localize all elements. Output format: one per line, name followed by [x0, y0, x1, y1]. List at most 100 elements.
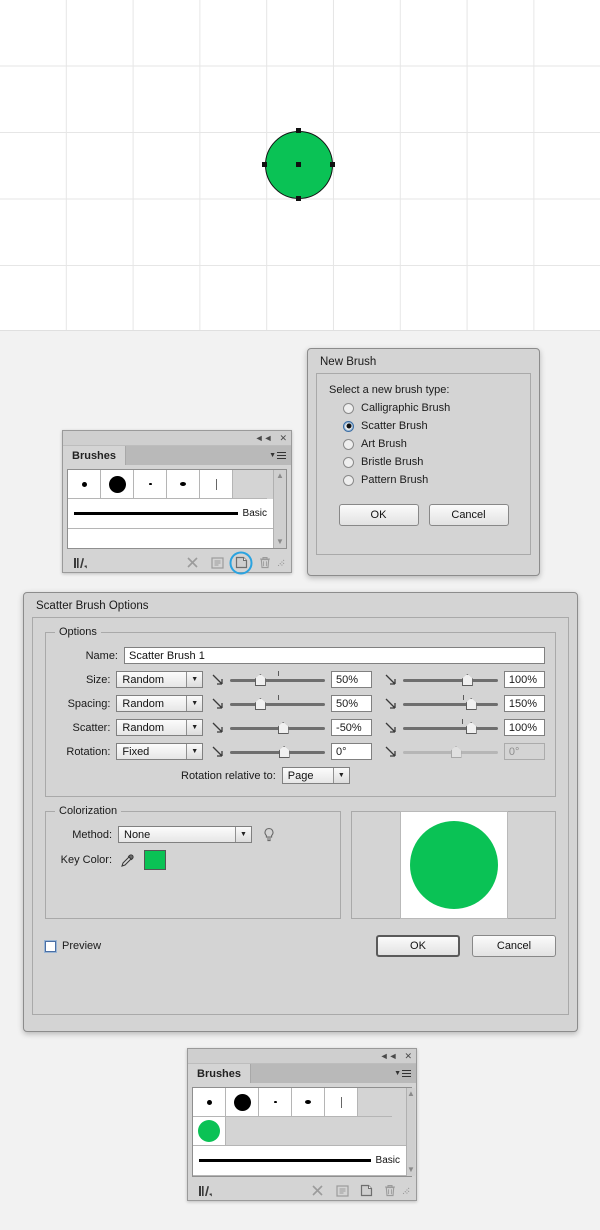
brush-stroke-basic[interactable]: Basic: [68, 499, 273, 529]
brush-list-scrollbar[interactable]: ▲ ▼: [273, 470, 286, 548]
scatter-mode-select[interactable]: Random ▼: [116, 719, 204, 736]
brush-dot-large[interactable]: [101, 470, 134, 499]
rotation-min-value[interactable]: 0°: [331, 743, 373, 760]
lightbulb-icon[interactable]: [262, 827, 276, 843]
scatter-min-slider[interactable]: [230, 719, 326, 736]
spacing-min-value[interactable]: 50%: [331, 695, 373, 712]
slider-tick: [277, 671, 279, 676]
brush-scatter-green[interactable]: [193, 1117, 226, 1146]
brush-line-thin[interactable]: [325, 1088, 358, 1117]
key-color-swatch[interactable]: [144, 850, 166, 870]
brush-oval-small[interactable]: [167, 470, 200, 499]
delete-brush-button[interactable]: [378, 1182, 402, 1199]
panel-body: Basic ▲ ▼: [63, 465, 291, 553]
radio-calligraphic-brush[interactable]: Calligraphic Brush: [343, 402, 518, 414]
colorization-method-select[interactable]: None ▼: [118, 826, 252, 843]
cancel-button[interactable]: Cancel: [472, 935, 556, 957]
brush-list-scrollbar[interactable]: ▲ ▼: [406, 1088, 415, 1176]
size-max-value[interactable]: 100%: [503, 671, 545, 688]
anchor-point-bottom[interactable]: [296, 196, 301, 201]
double-left-chevron-icon[interactable]: ◄◄: [255, 433, 273, 443]
dialog-content: Options Name: Scatter Brush 1 Size: Rand…: [32, 617, 569, 1015]
anchor-point-left[interactable]: [262, 162, 267, 167]
scroll-up-icon[interactable]: ▲: [276, 472, 284, 480]
options-of-selected-object-button[interactable]: [330, 1182, 354, 1199]
brush-libraries-button[interactable]: [194, 1182, 218, 1199]
scroll-up-icon[interactable]: ▲: [407, 1090, 415, 1098]
brush-libraries-button[interactable]: [69, 554, 93, 571]
brush-mark-tiny[interactable]: [134, 470, 167, 499]
remove-brush-stroke-button[interactable]: [181, 554, 205, 571]
tab-brushes[interactable]: Brushes: [188, 1064, 252, 1083]
brush-list[interactable]: Basic ▲ ▼: [67, 469, 287, 549]
scroll-down-icon[interactable]: ▼: [407, 1166, 415, 1174]
brushes-panel-top[interactable]: ◄◄ ✕ Brushes ▼ Basic ▲ ▼: [62, 430, 292, 574]
scroll-down-icon[interactable]: ▼: [276, 538, 284, 546]
ok-button[interactable]: OK: [338, 504, 419, 526]
brush-name-input[interactable]: Scatter Brush 1: [124, 647, 545, 664]
brush-dot-small[interactable]: [68, 470, 101, 499]
tab-brushes[interactable]: Brushes: [63, 446, 127, 465]
chevron-down-icon: ▼: [235, 827, 251, 842]
min-arrow-icon: [212, 746, 223, 757]
scatter-brush-options-dialog[interactable]: Scatter Brush Options Options Name: Scat…: [23, 592, 578, 1032]
radio-art-brush[interactable]: Art Brush: [343, 438, 518, 450]
delete-brush-button[interactable]: [253, 554, 277, 571]
slider-thumb[interactable]: [254, 674, 266, 686]
size-min-value[interactable]: 50%: [331, 671, 373, 688]
size-min-slider[interactable]: [230, 671, 326, 688]
spacing-max-slider[interactable]: [403, 695, 498, 712]
size-mode-select[interactable]: Random ▼: [116, 671, 204, 688]
rotation-mode-select[interactable]: Fixed ▼: [116, 743, 204, 760]
spacing-min-slider[interactable]: [230, 695, 326, 712]
radio-bristle-brush[interactable]: Bristle Brush: [343, 456, 518, 468]
cancel-button[interactable]: Cancel: [428, 504, 509, 526]
slider-thumb[interactable]: [277, 722, 289, 734]
panel-menu-icon[interactable]: ▼: [269, 446, 291, 465]
rotation-relative-select[interactable]: Page ▼: [281, 767, 350, 784]
brush-stroke-basic[interactable]: Basic: [193, 1146, 406, 1176]
anchor-point-right[interactable]: [330, 162, 335, 167]
scatter-min-value[interactable]: -50%: [331, 719, 373, 736]
key-color-row: Key Color:: [56, 850, 330, 870]
slider-thumb[interactable]: [278, 746, 290, 758]
options-group: Options Name: Scatter Brush 1 Size: Rand…: [45, 626, 556, 797]
brushes-panel-bottom[interactable]: ◄◄ ✕ Brushes ▼ Basic ▲ ▼: [187, 1048, 417, 1201]
new-brush-dialog[interactable]: New Brush Select a new brush type: Calli…: [307, 348, 540, 576]
brush-oval-small[interactable]: [292, 1088, 325, 1117]
resize-grip-icon[interactable]: [402, 1187, 410, 1195]
artboard-canvas[interactable]: [0, 0, 600, 331]
preview-checkbox[interactable]: [45, 940, 56, 952]
scatter-max-value[interactable]: 100%: [503, 719, 545, 736]
slider-thumb[interactable]: [254, 698, 266, 710]
size-max-slider[interactable]: [403, 671, 498, 688]
brush-line-thin[interactable]: [200, 470, 233, 499]
close-icon[interactable]: ✕: [279, 433, 287, 443]
radio-pattern-brush[interactable]: Pattern Brush: [343, 474, 518, 486]
close-icon[interactable]: ✕: [404, 1051, 412, 1061]
options-of-selected-object-button[interactable]: [205, 554, 229, 571]
brush-dot-small[interactable]: [193, 1088, 226, 1117]
scatter-max-slider[interactable]: [403, 719, 498, 736]
new-brush-button[interactable]: [354, 1182, 378, 1199]
anchor-point-top[interactable]: [296, 128, 301, 133]
spacing-mode-select[interactable]: Random ▼: [116, 695, 204, 712]
slider-track: [403, 703, 498, 706]
brush-mark-tiny[interactable]: [259, 1088, 292, 1117]
remove-brush-stroke-button[interactable]: [306, 1182, 330, 1199]
double-left-chevron-icon[interactable]: ◄◄: [380, 1051, 398, 1061]
new-brush-button[interactable]: [229, 551, 253, 574]
spacing-max-value[interactable]: 150%: [503, 695, 545, 712]
slider-thumb[interactable]: [465, 722, 477, 734]
eyedropper-icon[interactable]: [120, 852, 136, 868]
slider-thumb[interactable]: [465, 698, 477, 710]
max-arrow-icon: [385, 674, 396, 685]
brush-list[interactable]: Basic ▲ ▼: [192, 1087, 415, 1177]
ok-button[interactable]: OK: [376, 935, 460, 957]
slider-thumb[interactable]: [461, 674, 473, 686]
panel-menu-icon[interactable]: ▼: [394, 1064, 416, 1083]
resize-grip-icon[interactable]: [277, 559, 285, 567]
radio-scatter-brush[interactable]: Scatter Brush: [343, 420, 518, 432]
brush-dot-large[interactable]: [226, 1088, 259, 1117]
rotation-min-slider[interactable]: [230, 743, 326, 760]
